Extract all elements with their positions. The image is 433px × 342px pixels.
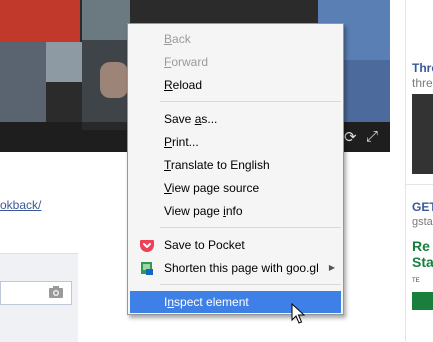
mouse-cursor-icon — [291, 303, 305, 324]
menu-accesskey: P — [164, 135, 173, 149]
menu-item-inspect-element[interactable]: Inspect element — [130, 291, 341, 313]
sidebar-title[interactable]: Thre — [412, 61, 433, 75]
submenu-arrow-icon: ▶ — [328, 263, 335, 272]
ad-image-text[interactable]: Re Sta — [412, 238, 433, 270]
menu-label: ack — [172, 32, 191, 46]
menu-item-shorten-goo-gl[interactable]: Shorten this page with goo.gl ▶ — [130, 257, 341, 279]
menu-label: View page — [164, 204, 224, 218]
menu-item-view-info[interactable]: View page info — [130, 200, 341, 222]
photo-tile[interactable] — [0, 0, 80, 42]
menu-label: spect element — [174, 295, 249, 309]
menu-label: eload — [172, 78, 203, 92]
pocket-icon — [140, 240, 154, 252]
menu-accesskey: R — [164, 78, 173, 92]
divider — [406, 184, 433, 185]
menu-item-view-source[interactable]: View page source — [130, 177, 341, 199]
rotate-icon[interactable]: ⟳ — [344, 128, 357, 146]
photo-face — [100, 62, 128, 98]
menu-item-reload[interactable]: Reload — [130, 74, 341, 96]
menu-item-translate[interactable]: Translate to English — [130, 154, 341, 176]
right-sidebar: Thre thre GET gsta ReSta TE — [405, 0, 433, 341]
ad-line: Sta — [412, 254, 433, 270]
ad-logo — [412, 292, 433, 310]
camera-icon[interactable] — [48, 285, 64, 299]
sidebar-thumbnail[interactable] — [412, 94, 433, 174]
menu-accesskey: B — [164, 32, 173, 46]
menu-item-save-as[interactable]: Save as... — [130, 108, 341, 130]
menu-label: Save — [164, 112, 195, 126]
menu-label: iew page source — [171, 181, 260, 195]
menu-item-forward[interactable]: Forward — [130, 51, 341, 73]
ad-line: Re — [412, 238, 430, 254]
menu-label: Save to Pocket — [164, 238, 245, 252]
menu-label: Shorten this page with goo.gl — [164, 261, 319, 275]
menu-item-back[interactable]: Back — [130, 28, 341, 50]
menu-separator — [160, 101, 341, 102]
menu-separator — [160, 284, 341, 285]
menu-label: nfo — [225, 204, 243, 218]
menu-separator — [160, 227, 341, 228]
menu-label: rint... — [172, 135, 199, 149]
menu-item-print[interactable]: Print... — [130, 131, 341, 153]
ad-title[interactable]: GET — [412, 200, 433, 214]
menu-accesskey: V — [164, 181, 172, 195]
expand-icon[interactable]: ⤢ — [366, 128, 378, 145]
page-link[interactable]: okback/ — [0, 198, 41, 212]
goo-gl-icon — [141, 262, 153, 275]
menu-label: s... — [201, 112, 218, 126]
ad-small-text: TE — [412, 278, 420, 284]
context-menu: Back Forward Reload Save as... Print... … — [127, 23, 344, 315]
ad-domain: gsta — [412, 216, 433, 228]
menu-label: orward — [171, 55, 209, 69]
menu-label: ranslate to English — [170, 158, 270, 172]
menu-accesskey: T — [164, 158, 171, 172]
photo-tile[interactable] — [46, 42, 82, 82]
photo-tile[interactable] — [82, 0, 130, 40]
menu-item-save-to-pocket[interactable]: Save to Pocket — [130, 234, 341, 256]
sidebar-subtitle: thre — [412, 76, 433, 90]
photo-tile[interactable] — [0, 42, 46, 122]
